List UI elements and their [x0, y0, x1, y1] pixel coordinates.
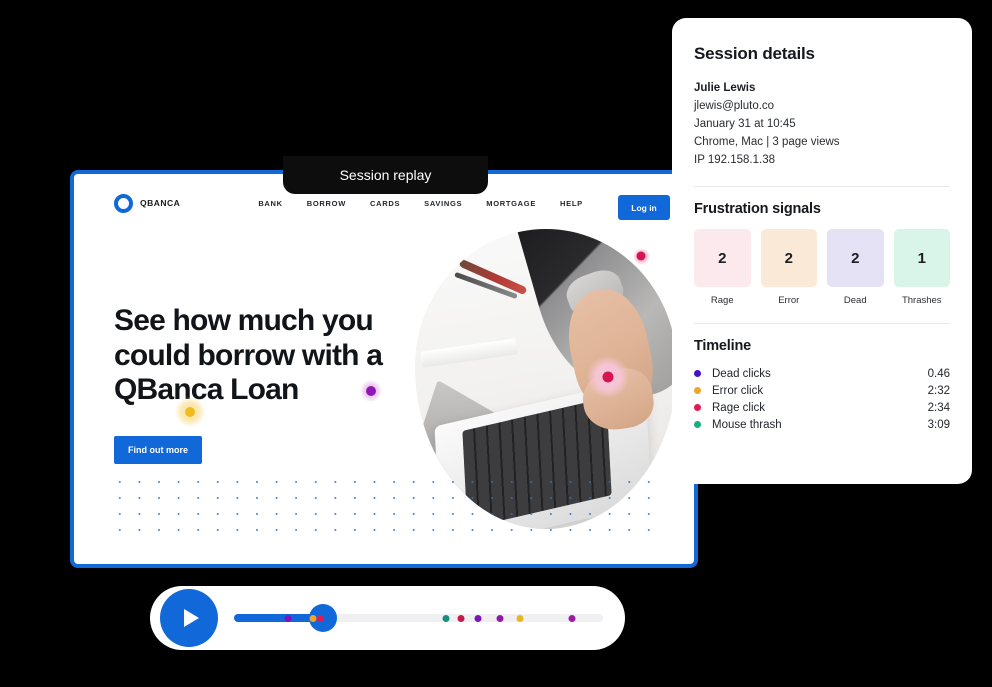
nav-link-savings[interactable]: SAVINGS: [424, 199, 462, 208]
nav-link-help[interactable]: HELP: [560, 199, 583, 208]
timeline-dot-icon: [694, 404, 701, 412]
find-out-more-button[interactable]: Find out more: [114, 435, 202, 464]
signal-value: 1: [893, 229, 950, 288]
signal-cell-dead: 2 Dead: [827, 229, 884, 306]
click-heat-dot: [175, 397, 205, 427]
click-heat-dot-core: [366, 386, 376, 396]
login-button[interactable]: Log in: [618, 195, 670, 220]
signal-value: 2: [827, 229, 884, 288]
session-device: Chrome, Mac | 3 page views: [694, 136, 840, 149]
timeline-event-time: 0.46: [927, 367, 950, 380]
timeline-event-label: Error click: [712, 384, 764, 397]
timeline-dot-icon: [694, 370, 701, 378]
panel-title: Session details: [694, 44, 815, 63]
frustration-signals-title: Frustration signals: [694, 201, 821, 218]
nav-link-mortgage[interactable]: MORTGAGE: [486, 199, 536, 208]
signal-label: Rage: [710, 295, 734, 307]
timeline-event-time: 3:09: [927, 418, 950, 431]
session-ip: IP 192.158.1.38: [694, 154, 775, 167]
signal-label: Thrashes: [901, 295, 942, 307]
timeline-event-label: Rage click: [712, 401, 766, 414]
click-heat-dot: [360, 380, 382, 402]
nav-link-cards[interactable]: CARDS: [370, 199, 400, 208]
nav-link-bank[interactable]: BANK: [258, 199, 282, 208]
session-datetime: January 31 at 10:45: [694, 118, 796, 131]
nav-link-borrow[interactable]: BORROW: [307, 199, 346, 208]
frustration-signal-row: 2 Rage 2 Error 2 Dead 1 Thrashes: [694, 229, 950, 306]
timeline-row[interactable]: Mouse thrash 3:09: [694, 416, 950, 433]
signal-cell-error: 2 Error: [760, 229, 817, 307]
scrubber-event-marker[interactable]: [568, 614, 576, 622]
timeline-title: Timeline: [694, 338, 751, 355]
panel-divider-bottom: [694, 323, 950, 325]
screenshot-stage: QBANCA BANK BORROW CARDS SAVINGS MORTGAG…: [0, 0, 992, 687]
scrubber-event-marker[interactable]: [516, 614, 524, 622]
timeline-row[interactable]: Dead clicks 0.46: [694, 365, 950, 382]
session-replay-tab[interactable]: Session replay: [283, 156, 488, 194]
qbanca-logo-icon: [114, 193, 133, 213]
timeline-event-time: 2:32: [927, 384, 950, 397]
click-heat-dot-core: [185, 407, 195, 417]
decorative-dot-grid: [110, 474, 666, 534]
signal-value: 2: [694, 229, 751, 288]
scrubber-event-marker[interactable]: [474, 614, 482, 622]
signal-value: 2: [760, 229, 817, 288]
signal-cell-thrashes: 1 Thrashes: [893, 229, 950, 307]
scrubber-event-marker[interactable]: [316, 614, 324, 622]
session-details-panel: Session details Julie Lewis jlewis@pluto…: [672, 18, 972, 484]
brand-name: QBANCA: [140, 198, 181, 208]
signal-cell-rage: 2 Rage: [694, 229, 751, 306]
visitor-name: Julie Lewis: [694, 82, 756, 94]
signal-label: Dead: [843, 295, 867, 307]
scrubber-event-marker[interactable]: [442, 614, 450, 622]
timeline-dot-icon: [694, 387, 701, 395]
scrubber-event-marker[interactable]: [496, 614, 504, 622]
scrubber[interactable]: [234, 589, 603, 647]
click-heat-dot-core: [636, 251, 646, 261]
visitor-email: jlewis@pluto.co: [694, 100, 775, 112]
signal-label: Error: [778, 295, 800, 307]
click-heat-dot: [632, 247, 650, 265]
timeline-list: Dead clicks 0.46 Error click 2:32 Rage click…: [694, 365, 950, 433]
session-replay-tab-label: Session replay: [339, 167, 432, 183]
timeline-event-label: Mouse thrash: [712, 418, 782, 431]
scrubber-event-marker[interactable]: [284, 614, 291, 622]
click-heat-dot-core: [602, 371, 614, 383]
scrubber-event-marker[interactable]: [457, 614, 465, 622]
panel-divider-top: [694, 186, 950, 188]
timeline-dot-icon: [694, 421, 701, 429]
timeline-event-time: 2:34: [927, 401, 950, 414]
play-button[interactable]: [160, 589, 218, 647]
click-heat-dot: [587, 356, 629, 398]
timeline-row[interactable]: Error click 2:32: [694, 382, 950, 399]
play-icon: [184, 609, 199, 627]
timeline-event-label: Dead clicks: [712, 367, 771, 380]
nav-links: BANK BORROW CARDS SAVINGS MORTGAGE HELP: [258, 199, 583, 208]
replay-player-bar: [150, 586, 625, 650]
site-brand[interactable]: QBANCA: [114, 193, 181, 213]
browser-mock-frame: QBANCA BANK BORROW CARDS SAVINGS MORTGAG…: [70, 170, 698, 568]
timeline-row[interactable]: Rage click 2:34: [694, 399, 950, 416]
